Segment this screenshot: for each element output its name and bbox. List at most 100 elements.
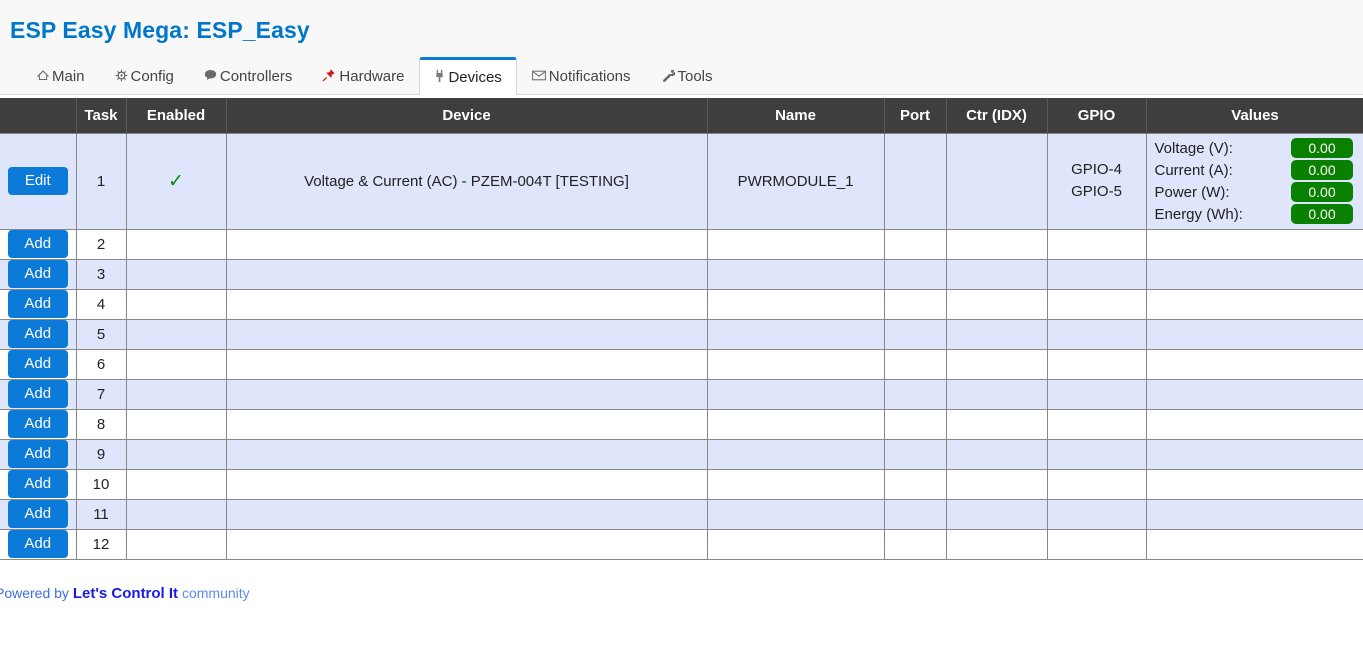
table-row: Add 12 [0,528,1363,560]
enabled-cell [125,468,227,500]
add-task-button[interactable]: Add [7,530,68,558]
port-cell [883,348,947,380]
add-task-button[interactable]: Add [7,380,68,408]
name-cell [706,438,885,470]
tab-label: Config [130,67,174,85]
enabled-cell [125,408,227,440]
device-cell [225,228,708,260]
footer-prefix: Powered by [0,585,73,601]
gpio-cell [1046,498,1147,530]
values-cell [1145,378,1363,410]
values-cell [1145,528,1363,560]
action-cell: Add [0,288,77,320]
edit-task-button[interactable]: Edit [7,167,68,195]
action-cell: Add [0,348,77,380]
name-cell [706,258,885,290]
gpio-cell [1046,258,1147,290]
gpio-cell [1046,408,1147,440]
main-navigation-tabs: Main Config Controllers Hardware Devices Noti… [0,57,1363,95]
gpio-cell [1046,228,1147,260]
tab-label: Controllers [219,67,293,85]
home-icon [36,69,50,83]
device-cell [225,528,708,560]
add-task-button[interactable]: Add [7,320,68,348]
name-cell [706,408,885,440]
table-header-row: Task Enabled Device Name Port Ctr (IDX) … [0,98,1363,133]
gpio-cell [1046,318,1147,350]
tab-controllers[interactable]: Controllers [189,57,308,95]
table-row: Add 8 [0,408,1363,440]
column-header-action [0,98,77,133]
value-label: Voltage (V): [1154,139,1233,157]
table-row: Add 5 [0,318,1363,350]
ctr-idx-cell [945,228,1048,260]
values-cell [1145,258,1363,290]
tab-devices[interactable]: Devices [419,57,517,95]
value-label: Energy (Wh): [1154,205,1243,223]
speech-bubble-icon [204,69,217,83]
add-task-button[interactable]: Add [7,500,68,528]
action-cell: Add [0,378,77,410]
column-header-enabled: Enabled [126,98,227,133]
action-cell: Add [0,258,77,290]
value-badge: 0.00 [1291,181,1353,203]
task-cell: 5 [75,318,127,350]
table-row: Add 4 [0,288,1363,320]
table-row: Edit 1 ✓ Voltage & Current (AC) - PZEM-004T… [0,132,1363,230]
value-badge: 0.00 [1291,137,1353,159]
add-task-button[interactable]: Add [7,230,68,258]
name-cell [706,378,885,410]
value-badge: 0.00 [1291,203,1353,225]
envelope-icon [531,69,546,83]
tab-hardware[interactable]: Hardware [307,57,419,95]
action-cell: Add [0,438,77,470]
tab-config[interactable]: Config [100,57,189,95]
tab-notifications[interactable]: Notifications [517,57,646,95]
device-cell [225,408,708,440]
add-task-button[interactable]: Add [7,260,68,288]
task-cell: 6 [75,348,127,380]
devices-table: Task Enabled Device Name Port Ctr (IDX) … [0,98,1363,560]
lets-control-it-link[interactable]: Let's Control It [73,585,178,602]
name-cell [706,498,885,530]
name-cell [706,468,885,500]
ctr-idx-cell [945,348,1048,380]
device-cell [225,438,708,470]
add-task-button[interactable]: Add [7,350,68,378]
pushpin-icon [322,68,336,84]
tab-main[interactable]: Main [22,57,100,95]
add-task-button[interactable]: Add [7,470,68,498]
ctr-idx-cell [945,132,1048,230]
name-cell: PWRMODULE_1 [706,132,885,230]
values-cell: Voltage (V): 0.00 Current (A): 0.00 Power (W… [1145,132,1363,230]
values-cell [1145,348,1363,380]
device-cell [225,258,708,290]
value-row: Current (A): 0.00 [1155,159,1358,181]
port-cell [883,468,947,500]
task-cell: 2 [75,228,127,260]
value-row: Voltage (V): 0.00 [1155,137,1358,159]
action-cell: Edit [0,132,77,230]
table-row: Add 10 [0,468,1363,500]
enabled-cell [125,228,227,260]
add-task-button[interactable]: Add [7,440,68,468]
values-cell [1145,468,1363,500]
add-task-button[interactable]: Add [7,290,68,318]
table-row: Add 9 [0,438,1363,470]
task-cell: 1 [75,132,127,230]
name-cell [706,288,885,320]
device-cell [225,348,708,380]
plug-icon [434,69,445,85]
values-cell [1145,408,1363,440]
task-cell: 4 [75,288,127,320]
tab-tools[interactable]: Tools [646,57,728,95]
gpio-list: GPIO-4 GPIO-5 [1052,159,1142,203]
action-cell: Add [0,468,77,500]
values-cell [1145,438,1363,470]
add-task-button[interactable]: Add [7,410,68,438]
action-cell: Add [0,528,77,560]
enabled-cell [125,438,227,470]
column-header-port: Port [884,98,947,133]
device-cell [225,288,708,320]
wrench-icon [661,68,676,84]
